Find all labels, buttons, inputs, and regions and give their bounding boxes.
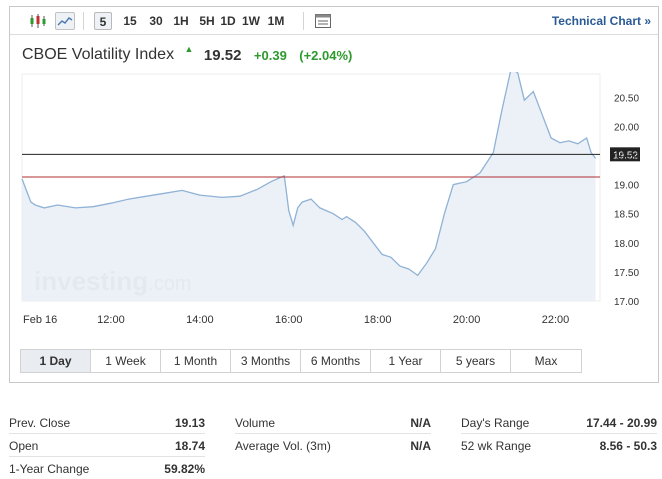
stat-row: Day's Range 17.44 - 20.99 xyxy=(461,411,657,434)
x-tick-label: 12:00 xyxy=(97,314,125,326)
range-1-month-button[interactable]: 1 Month xyxy=(161,350,231,372)
stat-label: Open xyxy=(9,439,39,453)
y-tick-label: 17.00 xyxy=(614,297,639,308)
stat-value: 19.13 xyxy=(174,416,205,430)
y-tick-label: 18.00 xyxy=(614,239,639,250)
instrument-name: CBOE Volatility Index xyxy=(22,46,175,63)
x-tick-label: 16:00 xyxy=(275,314,303,326)
last-price: 19.52 xyxy=(203,46,242,64)
x-tick-label: 18:00 xyxy=(364,314,392,326)
chart-settings-icon[interactable] xyxy=(313,12,333,30)
stat-value: N/A xyxy=(410,439,431,453)
stats-column-1: Prev. Close 19.13 Open 18.74 1-Year Change… xyxy=(9,411,205,479)
range-max-button[interactable]: Max xyxy=(511,350,581,372)
timeframe-5h-button[interactable]: 5H xyxy=(196,12,218,30)
toolbar-divider xyxy=(83,12,84,30)
timeframe-1m-button[interactable]: 1M xyxy=(265,12,287,30)
stats-column-3: Day's Range 17.44 - 20.99 52 wk Range 8.56… xyxy=(461,411,657,457)
chart-toolbar: Technical Chart » 5 15 30 1H 5H 1D 1W 1M xyxy=(10,7,658,35)
range-3-months-button[interactable]: 3 Months xyxy=(231,350,301,372)
toolbar-divider xyxy=(303,12,304,30)
stat-label: Average Vol. (3m) xyxy=(235,439,331,453)
y-tick-label: 20.50 xyxy=(614,93,639,104)
area-chart-icon[interactable] xyxy=(55,12,75,30)
price-change-percent: (+2.04%) xyxy=(299,47,353,63)
stat-row: Average Vol. (3m) N/A xyxy=(235,434,431,457)
stat-label: Day's Range xyxy=(461,416,530,430)
instrument-header: CBOE Volatility Index ▲ 19.52 +0.39 (+2.… xyxy=(22,44,353,68)
stat-value: 17.44 - 20.99 xyxy=(586,416,657,430)
stat-value: N/A xyxy=(410,416,431,430)
y-tick-label: 20.00 xyxy=(614,122,639,133)
x-tick-label: 14:00 xyxy=(186,314,214,326)
range-1-day-button[interactable]: 1 Day xyxy=(21,350,91,372)
timeframe-30-button[interactable]: 30 xyxy=(145,12,167,30)
range-selector: 1 Day 1 Week 1 Month 3 Months 6 Months 1 Year… xyxy=(20,349,582,373)
range-5-years-button[interactable]: 5 years xyxy=(441,350,511,372)
timeframe-1h-button[interactable]: 1H xyxy=(170,12,192,30)
timeframe-1d-button[interactable]: 1D xyxy=(218,12,238,30)
stat-row: Prev. Close 19.13 xyxy=(9,411,205,434)
stat-row: 52 wk Range 8.56 - 50.3 xyxy=(461,434,657,457)
y-tick-label: 19.50 xyxy=(614,151,639,162)
y-tick-label: 17.50 xyxy=(614,268,639,279)
stat-label: Prev. Close xyxy=(9,416,71,430)
stat-row: 1-Year Change 59.82% xyxy=(9,457,205,479)
x-tick-label: Feb 16 xyxy=(23,314,57,326)
timeframe-5-button[interactable]: 5 xyxy=(94,12,112,30)
y-tick-label: 19.00 xyxy=(614,181,639,192)
y-tick-label: 18.50 xyxy=(614,210,639,221)
technical-chart-link[interactable]: Technical Chart » xyxy=(552,14,651,28)
stat-label: 1-Year Change xyxy=(9,462,90,476)
range-1-year-button[interactable]: 1 Year xyxy=(371,350,441,372)
chart-widget: Technical Chart » 5 15 30 1H 5H 1D 1W 1M CBOE V… xyxy=(9,6,659,383)
stat-label: Volume xyxy=(235,416,276,430)
up-arrow-icon: ▲ xyxy=(184,44,194,54)
range-6-months-button[interactable]: 6 Months xyxy=(301,350,371,372)
price-chart[interactable]: investing.com19.5217.0017.5018.0018.5019… xyxy=(20,72,650,342)
stat-value: 18.74 xyxy=(174,439,205,453)
stat-value: 8.56 - 50.3 xyxy=(599,439,657,453)
stats-column-2: Volume N/A Average Vol. (3m) N/A xyxy=(235,411,431,457)
x-tick-label: 22:00 xyxy=(542,314,570,326)
stat-label: 52 wk Range xyxy=(461,439,532,453)
timeframe-15-button[interactable]: 15 xyxy=(119,12,141,30)
stat-row: Volume N/A xyxy=(235,411,431,434)
timeframe-1w-button[interactable]: 1W xyxy=(240,12,262,30)
stat-value: 59.82% xyxy=(164,462,205,476)
candlestick-chart-icon[interactable] xyxy=(28,12,48,30)
x-tick-label: 20:00 xyxy=(453,314,481,326)
range-1-week-button[interactable]: 1 Week xyxy=(91,350,161,372)
stat-row: Open 18.74 xyxy=(9,434,205,457)
price-change: +0.39 xyxy=(253,47,287,63)
